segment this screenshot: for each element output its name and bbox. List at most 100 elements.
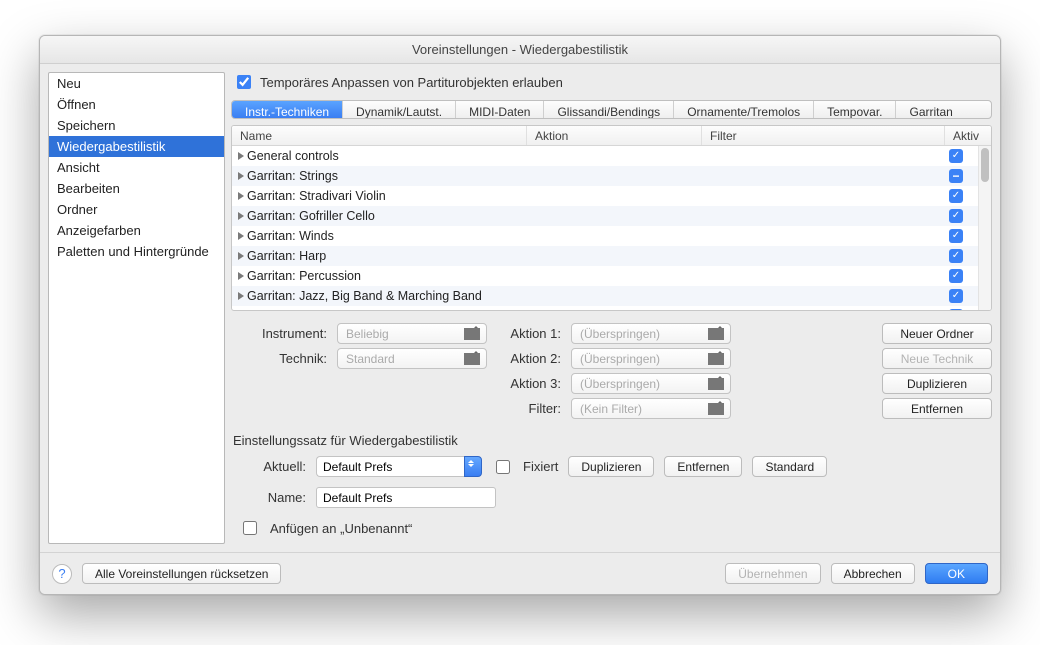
technik-select[interactable]: Standard	[337, 348, 487, 369]
row-name: Garritan: Strings	[247, 169, 338, 183]
row-name: Garritan: Stradivari Violin	[247, 189, 386, 203]
aktuell-dropdown-button[interactable]	[464, 456, 482, 477]
table-row[interactable]: General controls	[232, 146, 978, 166]
help-button[interactable]: ?	[52, 564, 72, 584]
append-checkbox[interactable]	[243, 521, 257, 535]
sidebar-item-0[interactable]: Neu	[49, 73, 224, 94]
table-row[interactable]: Garritan: Harp	[232, 246, 978, 266]
row-name: General controls	[247, 149, 339, 163]
instrument-select[interactable]: Beliebig	[337, 323, 487, 344]
disclosure-triangle-icon[interactable]	[238, 192, 244, 200]
preset-standard-button[interactable]: Standard	[752, 456, 827, 477]
disclosure-triangle-icon[interactable]	[238, 152, 244, 160]
disclosure-triangle-icon[interactable]	[238, 212, 244, 220]
col-filter[interactable]: Filter	[702, 126, 945, 145]
tab-5[interactable]: Tempovar.	[814, 101, 896, 118]
allow-temp-adjust-label: Temporäres Anpassen von Partiturobjekten…	[260, 75, 563, 90]
preset-duplicate-button[interactable]: Duplizieren	[568, 456, 654, 477]
aktion2-select[interactable]: (Überspringen)	[571, 348, 731, 369]
fixiert-label: Fixiert	[523, 459, 558, 474]
scrollbar-thumb[interactable]	[981, 148, 989, 182]
preset-section-title: Einstellungssatz für Wiedergabestilistik	[233, 433, 992, 448]
table-row[interactable]: Garritan: Stradivari Violin	[232, 186, 978, 206]
active-checkbox[interactable]	[949, 209, 963, 223]
sidebar-item-4[interactable]: Ansicht	[49, 157, 224, 178]
fixiert-checkbox[interactable]	[496, 460, 510, 474]
disclosure-triangle-icon[interactable]	[238, 292, 244, 300]
tab-2[interactable]: MIDI-Daten	[456, 101, 544, 118]
disclosure-triangle-icon[interactable]	[238, 232, 244, 240]
cancel-button[interactable]: Abbrechen	[831, 563, 915, 584]
aktuell-input[interactable]	[316, 456, 464, 477]
main-panel: Temporäres Anpassen von Partiturobjekten…	[231, 72, 992, 544]
table-row[interactable]: Garritan: Strings	[232, 166, 978, 186]
name-input[interactable]	[316, 487, 496, 508]
aktion3-label: Aktion 3:	[497, 376, 561, 391]
col-aktiv[interactable]: Aktiv	[945, 126, 991, 145]
row-name: Garritan: Jazz, Big Band & Marching Band	[247, 289, 482, 303]
table-row[interactable]: Garritan: Jazz, Big Band & Marching Band	[232, 286, 978, 306]
active-checkbox[interactable]	[949, 289, 963, 303]
aktion2-label: Aktion 2:	[497, 351, 561, 366]
dialog-content: NeuÖffnenSpeichernWiedergabestilistikAns…	[40, 64, 1000, 552]
aktion3-select[interactable]: (Überspringen)	[571, 373, 731, 394]
apply-button: Übernehmen	[725, 563, 820, 584]
sidebar-item-3[interactable]: Wiedergabestilistik	[49, 136, 224, 157]
tab-6[interactable]: Garritan	[896, 101, 965, 118]
active-checkbox[interactable]	[949, 309, 963, 310]
sidebar-item-7[interactable]: Anzeigefarben	[49, 220, 224, 241]
table-scrollbar[interactable]	[978, 146, 991, 310]
row-name: Garritan: Harp	[247, 249, 326, 263]
tab-0[interactable]: Instr.-Techniken	[232, 101, 343, 118]
tab-3[interactable]: Glissandi/Bendings	[544, 101, 674, 118]
disclosure-triangle-icon[interactable]	[238, 252, 244, 260]
ok-button[interactable]: OK	[925, 563, 988, 584]
row-name: Garritan: Winds	[247, 229, 334, 243]
active-checkbox[interactable]	[949, 149, 963, 163]
col-name[interactable]: Name	[232, 126, 527, 145]
aktuell-label: Aktuell:	[231, 459, 306, 474]
active-checkbox[interactable]	[949, 229, 963, 243]
sidebar-item-6[interactable]: Ordner	[49, 199, 224, 220]
sidebar-item-5[interactable]: Bearbeiten	[49, 178, 224, 199]
aktion1-label: Aktion 1:	[497, 326, 561, 341]
row-name: Garritan: Gofriller Cello	[247, 209, 375, 223]
disclosure-triangle-icon[interactable]	[238, 172, 244, 180]
new-folder-button[interactable]: Neuer Ordner	[882, 323, 992, 344]
table-row[interactable]: Garritan: Gofriller Cello	[232, 206, 978, 226]
active-checkbox[interactable]	[949, 249, 963, 263]
sidebar-item-1[interactable]: Öffnen	[49, 94, 224, 115]
technique-table: Name Aktion Filter Aktiv General control…	[231, 125, 992, 311]
duplicate-button[interactable]: Duplizieren	[882, 373, 992, 394]
table-row[interactable]: Garritan: Winds	[232, 226, 978, 246]
col-aktion[interactable]: Aktion	[527, 126, 702, 145]
tab-4[interactable]: Ornamente/Tremolos	[674, 101, 814, 118]
remove-button[interactable]: Entfernen	[882, 398, 992, 419]
sidebar-item-8[interactable]: Paletten und Hintergründe	[49, 241, 224, 262]
active-checkbox[interactable]	[949, 169, 963, 183]
instrument-label: Instrument:	[231, 326, 327, 341]
disclosure-triangle-icon[interactable]	[238, 272, 244, 280]
row-name: Garritan: GM instruments	[247, 309, 387, 310]
preset-remove-button[interactable]: Entfernen	[664, 456, 742, 477]
aktuell-combo[interactable]	[316, 456, 482, 477]
sidebar-item-2[interactable]: Speichern	[49, 115, 224, 136]
tabs: Instr.-TechnikenDynamik/Lautst.MIDI-Date…	[231, 100, 992, 119]
sidebar: NeuÖffnenSpeichernWiedergabestilistikAns…	[48, 72, 225, 544]
append-label: Anfügen an „Unbenannt“	[270, 521, 412, 536]
row-name: Garritan: Percussion	[247, 269, 361, 283]
table-row[interactable]: Garritan: Percussion	[232, 266, 978, 286]
tab-1[interactable]: Dynamik/Lautst.	[343, 101, 456, 118]
table-row[interactable]: Garritan: GM instruments	[232, 306, 978, 310]
name-label: Name:	[231, 490, 306, 505]
allow-temp-adjust-checkbox[interactable]	[237, 75, 251, 89]
active-checkbox[interactable]	[949, 269, 963, 283]
active-checkbox[interactable]	[949, 189, 963, 203]
filter-select[interactable]: (Kein Filter)	[571, 398, 731, 419]
dialog-title: Voreinstellungen - Wiedergabestilistik	[40, 36, 1000, 64]
new-technique-button: Neue Technik	[882, 348, 992, 369]
preferences-dialog: Voreinstellungen - Wiedergabestilistik N…	[39, 35, 1001, 595]
reset-all-button[interactable]: Alle Voreinstellungen rücksetzen	[82, 563, 281, 584]
aktion1-select[interactable]: (Überspringen)	[571, 323, 731, 344]
technik-label: Technik:	[231, 351, 327, 366]
